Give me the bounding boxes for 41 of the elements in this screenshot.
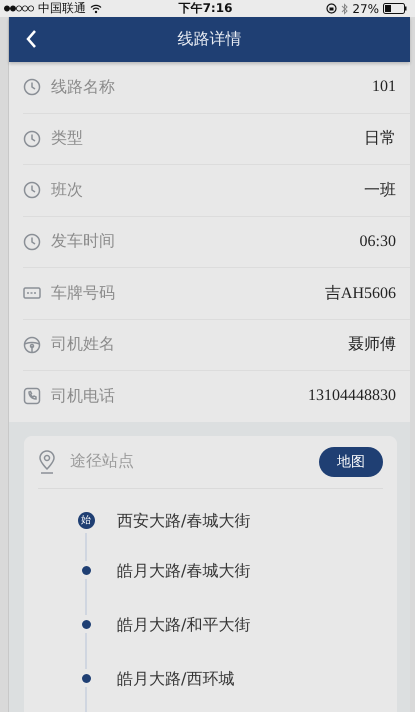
field-label: 线路名称 [51, 76, 116, 98]
signal-icon [4, 5, 34, 12]
clock-icon [23, 130, 41, 148]
phone-icon [23, 387, 41, 406]
stop-name: 皓月大路/春城大街 [117, 560, 250, 582]
stop-dot [82, 566, 90, 574]
page-title: 线路详情 [178, 29, 242, 50]
field-label: 班次 [51, 180, 84, 201]
stop-name: 西安大路/春城大街 [117, 510, 250, 532]
clock-icon [23, 181, 41, 200]
start-badge: 始 [78, 512, 94, 528]
field-label: 车牌号码 [51, 282, 116, 304]
rotation-lock-icon [326, 3, 338, 14]
battery-percent: 27% [352, 2, 380, 16]
stop-name: 皓月大路/西环城 [117, 668, 234, 690]
location-pin-icon [38, 450, 56, 474]
field-value: 聂师傅 [348, 335, 396, 356]
stop-dot [82, 620, 90, 628]
wifi-icon [90, 4, 102, 14]
map-button[interactable]: 地图 [319, 446, 383, 476]
field-value: 一班 [364, 180, 396, 201]
field-label: 司机姓名 [51, 334, 116, 356]
clock-time: 下午7:16 [178, 0, 232, 17]
field-label: 司机电话 [51, 386, 116, 407]
card-title: 途径站点 [70, 451, 135, 472]
field-value: 06:30 [360, 232, 396, 251]
battery-icon [383, 3, 408, 14]
field-value: 101 [372, 78, 396, 96]
clock-icon [23, 232, 41, 251]
field-value: 吉AH5606 [324, 284, 396, 304]
steering-wheel-icon [23, 336, 41, 354]
field-label: 类型 [51, 128, 84, 150]
field-value: 日常 [364, 128, 396, 150]
clock-icon [23, 78, 41, 96]
carrier-name: 中国联通 [38, 0, 86, 17]
stop-dot [82, 674, 90, 682]
card-icon [23, 287, 41, 300]
bluetooth-icon [341, 2, 348, 14]
field-label: 发车时间 [51, 231, 116, 252]
stop-name: 皓月大路/和平大街 [117, 614, 250, 636]
field-value: 13104448830 [308, 387, 396, 406]
